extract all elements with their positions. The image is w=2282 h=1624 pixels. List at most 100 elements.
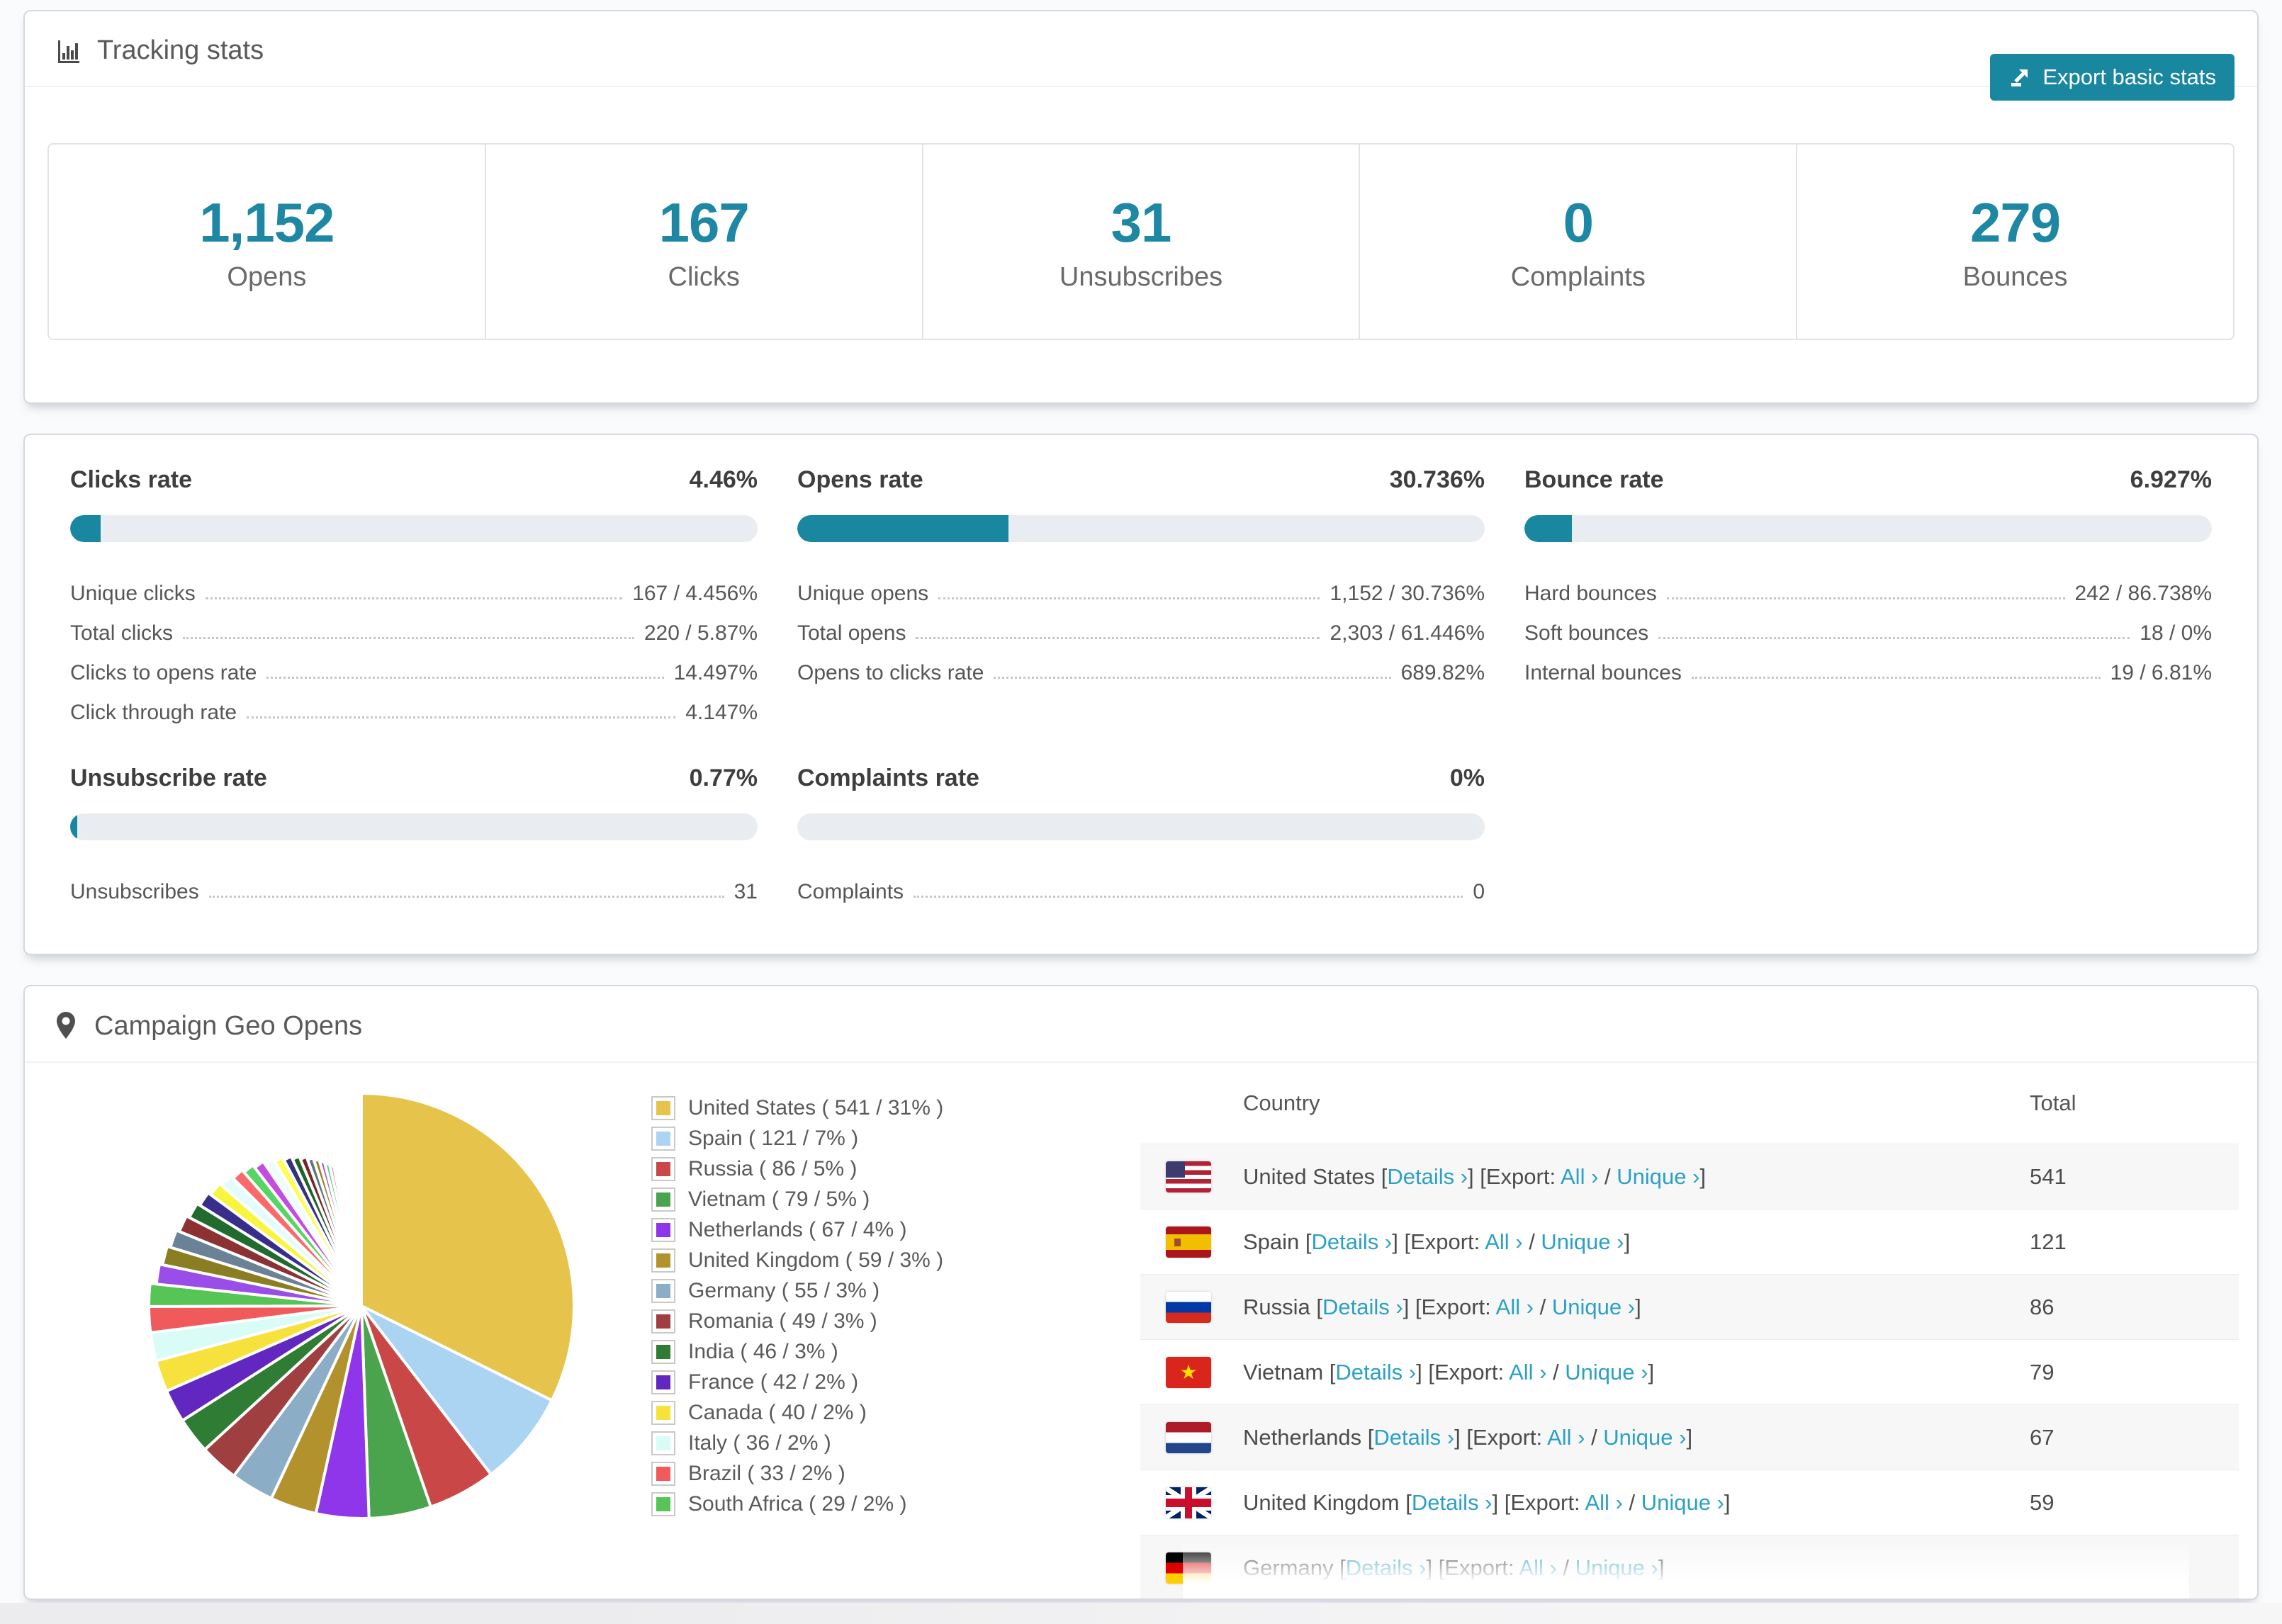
stat-cell-complaints: 0 Complaints (1359, 145, 1796, 339)
table-row: Netherlands [Details ›] [Export: All › /… (1140, 1404, 2239, 1470)
table-row: Vietnam [Details ›] [Export: All › / Uni… (1140, 1339, 2239, 1404)
dotted-leader (247, 716, 676, 718)
rate-detail-label: Hard bounces (1524, 582, 1657, 605)
country-name: Russia (1243, 1294, 1317, 1319)
export-all-link[interactable]: All › (1547, 1425, 1585, 1450)
progress-bar-fill (70, 515, 101, 542)
rate-detail-label: Total clicks (70, 621, 174, 645)
stat-value: 1,152 (199, 191, 335, 254)
map-pin-icon (57, 1012, 75, 1039)
legend-label: United States ( 541 / 31% ) (688, 1095, 944, 1120)
export-all-link[interactable]: All › (1585, 1490, 1622, 1515)
summary-stats-box: 1,152 Opens 167 Clicks 31 Unsubscribes 0 Compla… (47, 143, 2235, 340)
rate-detail-row: Unique clicks 167 / 4.456% (70, 566, 758, 606)
page-bottom-band (0, 1603, 2282, 1624)
export-all-link[interactable]: All › (1519, 1555, 1556, 1580)
legend-swatch-icon (653, 1127, 674, 1149)
legend-swatch-icon (653, 1310, 674, 1332)
country-name: United States (1243, 1163, 1381, 1189)
export-unique-link[interactable]: Unique › (1552, 1295, 1635, 1319)
rate-detail-value: 2,303 / 61.446% (1330, 621, 1485, 645)
legend-label: Netherlands ( 67 / 4% ) (688, 1217, 907, 1241)
details-link[interactable]: Details › (1322, 1295, 1403, 1319)
export-unique-link[interactable]: Unique › (1617, 1164, 1699, 1189)
rate-detail-value: 242 / 86.738% (2074, 582, 2213, 605)
legend-swatch-icon (653, 1280, 674, 1302)
table-row: United States [Details ›] [Export: All ›… (1140, 1144, 2239, 1209)
rate-detail-value: 14.497% (673, 661, 758, 684)
export-all-link[interactable]: All › (1485, 1229, 1522, 1254)
export-unique-link[interactable]: Unique › (1575, 1555, 1658, 1580)
export-basic-stats-button[interactable]: Export basic stats (1990, 54, 2235, 101)
total-cell: 59 (2030, 1489, 2055, 1515)
legend-swatch-icon (653, 1493, 674, 1515)
details-link[interactable]: Details › (1346, 1555, 1427, 1580)
details-link[interactable]: Details › (1312, 1229, 1393, 1254)
column-header-country: Country (1243, 1090, 1320, 1115)
country-cell: Netherlands [Details ›] [Export: All › /… (1140, 1421, 2030, 1453)
legend-label: Italy ( 36 / 2% ) (688, 1431, 831, 1455)
dotted-leader (205, 597, 623, 599)
rate-detail-value: 0 (1473, 880, 1485, 903)
tracking-stats-card: Tracking stats Export basic stats 1,152 O… (23, 10, 2259, 404)
export-all-link[interactable]: All › (1496, 1295, 1534, 1319)
export-all-link[interactable]: All › (1509, 1360, 1546, 1385)
legend-item: Brazil ( 33 / 2% ) (653, 1458, 943, 1489)
rate-detail-row: Clicks to opens rate 14.497% (70, 645, 758, 685)
rates-card: Clicks rate 4.46% Unique clicks 167 / 4.456… (23, 434, 2259, 955)
rate-detail-label: Click through rate (70, 701, 237, 724)
rate-detail-value: 19 / 6.81% (2110, 661, 2212, 684)
legend-swatch-icon (653, 1097, 674, 1119)
export-unique-link[interactable]: Unique › (1603, 1425, 1686, 1450)
rate-detail-label: Unique opens (797, 582, 929, 605)
rate-detail-value: 167 / 4.456% (632, 582, 758, 605)
details-link[interactable]: Details › (1335, 1360, 1416, 1385)
vn-flag-icon (1166, 1356, 1211, 1388)
legend-swatch-icon (653, 1371, 674, 1393)
stat-label: Complaints (1510, 262, 1646, 292)
rate-detail-label: Total opens (797, 621, 906, 645)
total-cell: 541 (2030, 1163, 2067, 1189)
stat-label: Opens (227, 262, 307, 292)
rate-title: Clicks rate (70, 466, 192, 493)
export-unique-link[interactable]: Unique › (1641, 1490, 1724, 1515)
rate-block-bounce-rate: Bounce rate 6.927% Hard bounces 242 / 86.73… (1524, 466, 2212, 725)
rate-detail-row: Total clicks 220 / 5.87% (70, 606, 758, 645)
campaign-geo-opens-card: Campaign Geo Opens United States ( 541 /… (23, 985, 2259, 1600)
us-flag-icon (1166, 1161, 1211, 1192)
country-cell: Spain [Details ›] [Export: All › / Uniqu… (1140, 1226, 2030, 1258)
rate-detail-value: 689.82% (1400, 661, 1485, 684)
stat-label: Unsubscribes (1059, 262, 1223, 292)
country-cell: Russia [Details ›] [Export: All › / Uniq… (1140, 1291, 2030, 1323)
legend-label: Vietnam ( 79 / 5% ) (688, 1187, 870, 1211)
export-unique-link[interactable]: Unique › (1565, 1360, 1648, 1385)
legend-label: Canada ( 40 / 2% ) (688, 1400, 867, 1424)
dotted-leader (1691, 677, 2101, 679)
de-flag-icon (1166, 1552, 1211, 1584)
stat-label: Clicks (668, 262, 740, 292)
legend-item: France ( 42 / 2% ) (653, 1367, 943, 1397)
table-row: Spain [Details ›] [Export: All › / Uniqu… (1140, 1209, 2239, 1274)
details-link[interactable]: Details › (1373, 1425, 1454, 1450)
country-cell: Germany [Details ›] [Export: All › / Uni… (1140, 1552, 2030, 1584)
es-flag-icon (1166, 1226, 1211, 1258)
export-unique-link[interactable]: Unique › (1541, 1229, 1624, 1254)
legend-swatch-icon (653, 1432, 674, 1454)
legend-label: Germany ( 55 / 3% ) (688, 1278, 880, 1302)
legend-label: Russia ( 86 / 5% ) (688, 1156, 858, 1180)
rate-title: Complaints rate (797, 765, 979, 791)
rate-value: 4.46% (689, 466, 758, 493)
geo-pie-chart (138, 1083, 585, 1529)
details-link[interactable]: Details › (1387, 1164, 1468, 1189)
dotted-leader (208, 896, 724, 898)
legend-label: Romania ( 49 / 3% ) (688, 1309, 877, 1333)
rate-detail-label: Unsubscribes (70, 880, 199, 903)
legend-item: Russia ( 86 / 5% ) (653, 1154, 943, 1184)
export-all-link[interactable]: All › (1561, 1164, 1598, 1189)
rate-detail-row: Hard bounces 242 / 86.738% (1524, 566, 2212, 606)
rate-detail-value: 220 / 5.87% (643, 621, 758, 645)
rate-detail-value: 18 / 0% (2140, 621, 2212, 645)
details-link[interactable]: Details › (1412, 1490, 1493, 1515)
stat-cell-unsubscribes: 31 Unsubscribes (921, 145, 1359, 339)
rate-detail-row: Soft bounces 18 / 0% (1524, 606, 2212, 645)
